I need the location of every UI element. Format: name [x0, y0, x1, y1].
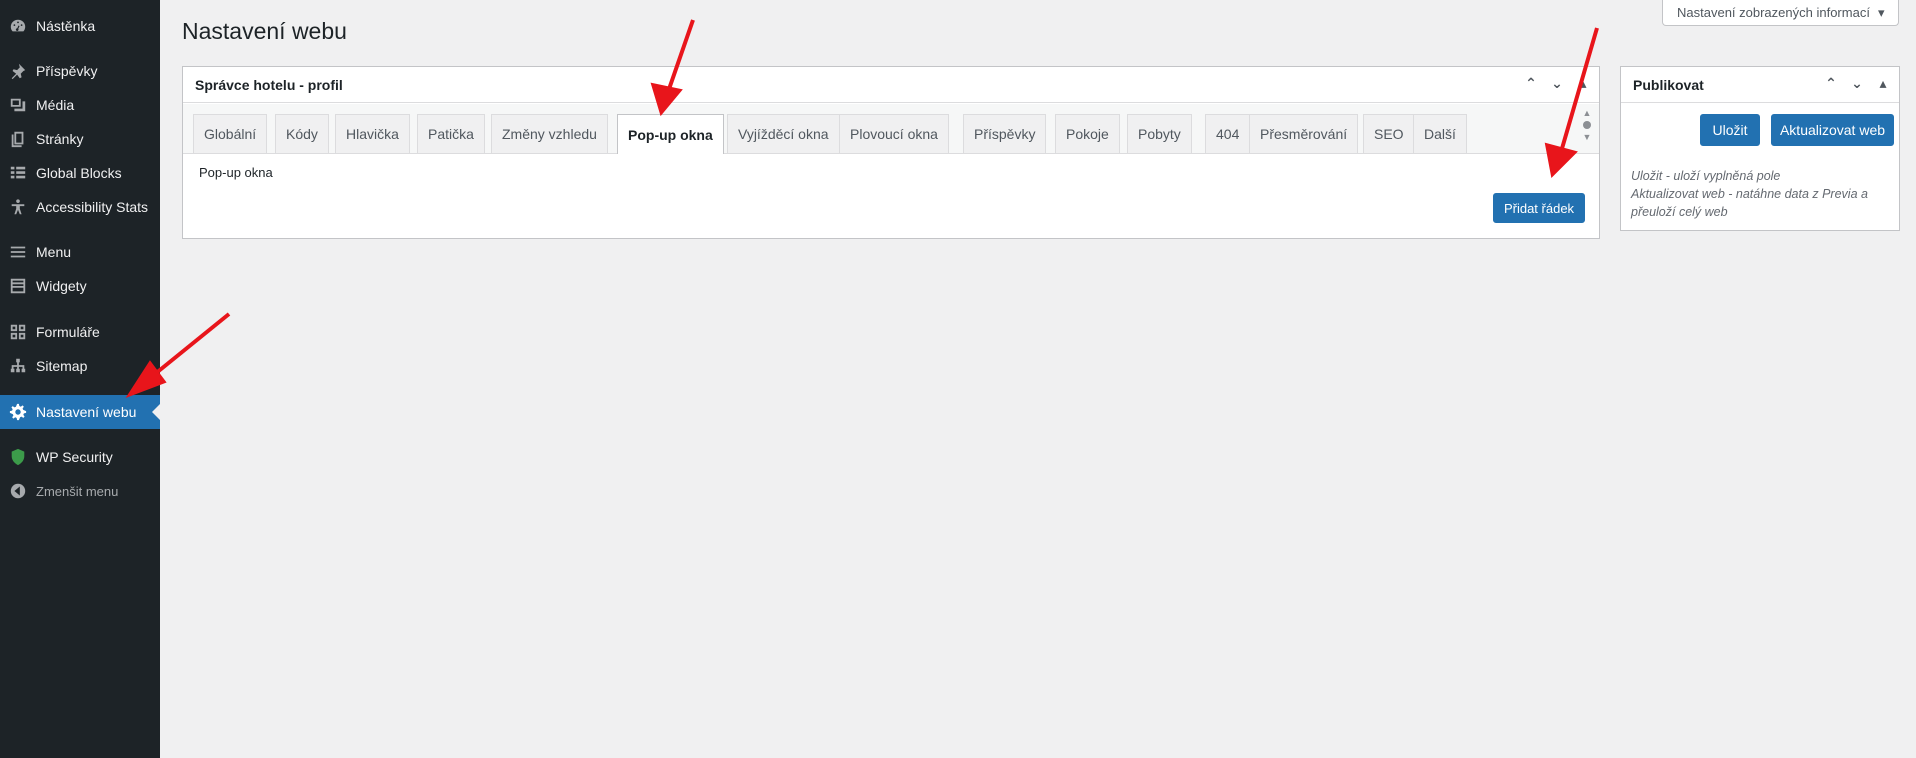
postbox-title: Publikovat [1633, 76, 1704, 93]
sidebar-item-label: Menu [36, 244, 72, 260]
sitemap-icon [0, 357, 36, 375]
menu-icon [0, 243, 36, 261]
desc-save: Uložit - uloží vyplněná pole [1631, 169, 1781, 183]
desc-update: Aktualizovat web - natáhne data z Previa… [1631, 187, 1868, 219]
sidebar-item-dashboard[interactable]: Nástěnka [0, 9, 160, 43]
sidebar-item-label: Widgety [36, 278, 87, 294]
sidebar-item-pages[interactable]: Stránky [0, 122, 160, 156]
tab-slide-out-windows[interactable]: Vyjížděcí okna [727, 114, 840, 153]
tab-redirects[interactable]: Přesměrování [1249, 114, 1359, 153]
sidebar-item-global-blocks[interactable]: Global Blocks [0, 156, 160, 190]
sidebar-item-label: WP Security [36, 449, 113, 465]
sidebar-item-label: Accessibility Stats [36, 199, 149, 215]
tab-posts[interactable]: Příspěvky [963, 114, 1047, 153]
tab-codes[interactable]: Kódy [275, 114, 329, 153]
sidebar-item-label: Nástěnka [36, 18, 96, 34]
screen-options-button[interactable]: Nastavení zobrazených informací ▾ [1662, 0, 1900, 26]
toggle-panel-icon[interactable]: ▴ [1575, 75, 1591, 92]
sidebar-item-sitemap[interactable]: Sitemap [0, 349, 160, 383]
caret-down-icon: ▾ [1877, 4, 1885, 20]
sidebar-item-media[interactable]: Média [0, 88, 160, 122]
media-icon [0, 96, 36, 114]
shield-icon [0, 448, 36, 466]
widgets-icon [0, 277, 36, 295]
move-down-icon[interactable]: ⌄ [1549, 75, 1565, 92]
scroll-dot-icon [1583, 121, 1591, 129]
publish-box: Publikovat ⌃ ⌄ ▴ Uložit Aktualizovat web… [1620, 66, 1900, 231]
scroll-up-icon[interactable]: ▲ [1583, 108, 1592, 118]
postbox-header: Publikovat ⌃ ⌄ ▴ [1621, 67, 1899, 103]
sidebar-item-label: Global Blocks [36, 165, 122, 181]
tab-more[interactable]: Další [1413, 114, 1467, 153]
sidebar-item-widgets[interactable]: Widgety [0, 269, 160, 303]
accessibility-icon [0, 198, 36, 216]
hotel-profile-box: Správce hotelu - profil ⌃ ⌄ ▴ Globální K… [182, 66, 1600, 239]
admin-sidebar: Nástěnka Příspěvky Média Stránky Global … [0, 0, 160, 758]
tab-scroll-controls[interactable]: ▲ ▼ [1581, 108, 1593, 142]
sidebar-item-label: Nastavení webu [36, 404, 137, 420]
sidebar-item-wp-security[interactable]: WP Security [0, 440, 160, 474]
sidebar-item-label: Zmenšit menu [36, 483, 119, 499]
tab-popup-windows[interactable]: Pop-up okna [617, 114, 724, 154]
dashboard-icon [0, 17, 36, 35]
sidebar-item-site-settings[interactable]: Nastavení webu [0, 395, 160, 429]
sidebar-item-accessibility-stats[interactable]: Accessibility Stats [0, 190, 160, 224]
gear-icon [0, 403, 36, 421]
postbox-title: Správce hotelu - profil [195, 76, 343, 93]
collapse-menu-button[interactable]: Zmenšit menu [0, 474, 160, 508]
tab-global[interactable]: Globální [193, 114, 268, 153]
move-up-icon[interactable]: ⌃ [1523, 75, 1539, 92]
move-down-icon[interactable]: ⌄ [1849, 75, 1865, 92]
pin-icon [0, 62, 36, 80]
tab-footer[interactable]: Patička [417, 114, 485, 153]
tabs-bar: Globální Kódy Hlavička Patička Změny vzh… [183, 104, 1599, 154]
scroll-down-icon[interactable]: ▼ [1583, 132, 1592, 142]
tab-seo[interactable]: SEO [1363, 114, 1415, 153]
update-web-button[interactable]: Aktualizovat web [1771, 114, 1894, 146]
tab-rooms[interactable]: Pokoje [1055, 114, 1120, 153]
sidebar-item-posts[interactable]: Příspěvky [0, 54, 160, 88]
sidebar-item-label: Formuláře [36, 324, 100, 340]
sidebar-item-label: Stránky [36, 131, 84, 147]
tab-content-label: Pop-up okna [199, 165, 273, 180]
pages-icon [0, 130, 36, 148]
forms-icon [0, 323, 36, 341]
tab-stays[interactable]: Pobyty [1127, 114, 1192, 153]
toggle-panel-icon[interactable]: ▴ [1875, 75, 1891, 92]
grid-icon [0, 164, 36, 182]
publish-description: Uložit - uloží vyplněná pole Aktualizova… [1631, 167, 1893, 221]
collapse-icon [0, 482, 36, 500]
sidebar-item-label: Média [36, 97, 75, 113]
tab-floating-windows[interactable]: Plovoucí okna [839, 114, 949, 153]
screen-options-label: Nastavení zobrazených informací [1677, 5, 1870, 20]
postbox-header: Správce hotelu - profil ⌃ ⌄ ▴ [183, 67, 1599, 103]
save-button[interactable]: Uložit [1700, 114, 1760, 146]
move-up-icon[interactable]: ⌃ [1823, 75, 1839, 92]
tab-appearance-changes[interactable]: Změny vzhledu [491, 114, 608, 153]
tab-404[interactable]: 404 [1205, 114, 1251, 153]
sidebar-item-forms[interactable]: Formuláře [0, 315, 160, 349]
page-title: Nastavení webu [182, 18, 347, 44]
sidebar-item-label: Příspěvky [36, 63, 98, 79]
sidebar-item-menu[interactable]: Menu [0, 235, 160, 269]
tab-header[interactable]: Hlavička [335, 114, 410, 153]
add-row-button[interactable]: Přidat řádek [1493, 193, 1585, 223]
sidebar-item-label: Sitemap [36, 358, 88, 374]
